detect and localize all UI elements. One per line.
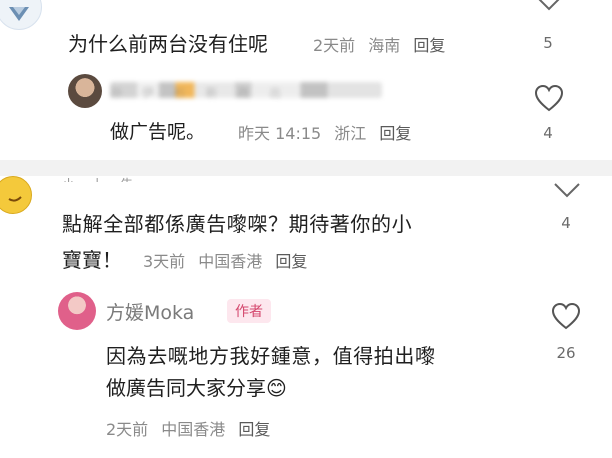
comment2-reply-button[interactable]: 回复: [275, 252, 307, 271]
reply1-text: 做广告呢。: [110, 121, 206, 143]
comment1-avatar[interactable]: [0, 0, 42, 30]
comment1-meta: 2天前 海南 回复: [313, 32, 453, 56]
comment1-location: 海南: [368, 36, 401, 55]
comment2-text-line2: 寶寶！: [62, 248, 122, 272]
reply1-reply-button[interactable]: 回复: [379, 124, 411, 143]
reply2-like-count: 26: [556, 344, 576, 362]
comment2-avatar[interactable]: [0, 176, 32, 214]
comment2-time: 3天前: [143, 252, 186, 271]
comment2-location: 中国香港: [198, 252, 263, 271]
heart-outline-icon[interactable]: [534, 84, 564, 112]
comment2-text-line1: 點解全部都係廣告嚟㗎？期待著你的小: [62, 212, 413, 236]
chevron-down-icon[interactable]: [536, 0, 562, 14]
comment1-time: 2天前: [313, 36, 356, 55]
comment1-like-count: 5: [543, 34, 553, 52]
reply1-location: 浙江: [334, 124, 367, 143]
author-badge: 作者: [227, 299, 271, 323]
reply1-obscured-name: 孙 伊 杉 新 政 出: [110, 82, 382, 100]
comment2-partial-username: 小 上 告: [62, 174, 139, 182]
reply1-time: 昨天 14:15: [238, 124, 322, 143]
reply2-reply-button[interactable]: 回复: [238, 420, 270, 439]
reply1-avatar[interactable]: [68, 74, 102, 108]
comment1-text: 为什么前两台没有住呢: [68, 32, 268, 56]
reply2-time: 2天前: [106, 420, 149, 439]
reply2-text-line2: 做廣告同大家分享😊: [106, 376, 287, 400]
comment2-like-count: 4: [561, 214, 571, 232]
comment1-reply-button[interactable]: 回复: [413, 36, 445, 55]
comment2-meta: 3天前 中国香港 回复: [143, 248, 315, 272]
reply2-avatar[interactable]: [58, 292, 96, 330]
chevron-down-icon[interactable]: [553, 178, 581, 202]
reply1-like-count: 4: [543, 124, 553, 142]
reply2-location: 中国香港: [161, 420, 226, 439]
reply2-meta: 2天前 中国香港 回复: [106, 416, 278, 440]
reply1-meta: 昨天 14:15 浙江 回复: [238, 120, 419, 144]
heart-outline-icon[interactable]: [551, 302, 581, 330]
reply2-text-line1: 因為去嘅地方我好鍾意，值得拍出嚟: [106, 344, 436, 368]
reply2-username[interactable]: 方媛Moka: [106, 298, 194, 325]
